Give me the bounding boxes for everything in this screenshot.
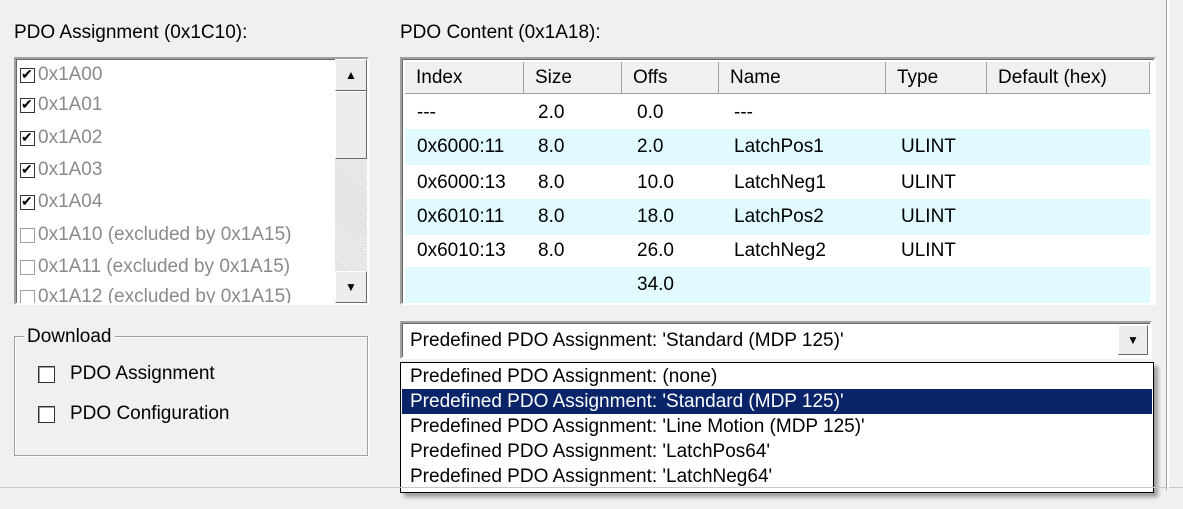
cell-index: 0x6010:13: [417, 240, 506, 261]
dropdown-option-selected[interactable]: Predefined PDO Assignment: 'Standard (MD…: [402, 389, 1152, 414]
checkmark-icon: ✔: [21, 192, 33, 209]
combobox-dropdown-button[interactable]: ▼: [1118, 325, 1148, 355]
checkbox-0x1a12[interactable]: [20, 289, 35, 303]
cell-name: LatchPos1: [734, 136, 824, 157]
assignment-item-0x1a00[interactable]: ✔ 0x1A00: [20, 59, 102, 91]
panel-divider: [0, 487, 1183, 488]
triangle-down-icon: ▼: [345, 280, 357, 294]
cell-name: LatchPos2: [734, 206, 824, 227]
pdo-content-caption: PDO Content (0x1A18):: [400, 22, 601, 43]
cell-index: ---: [417, 102, 436, 123]
checkbox-0x1a04[interactable]: ✔: [20, 192, 35, 210]
dropdown-option[interactable]: Predefined PDO Assignment: 'LatchPos64': [402, 439, 1152, 464]
column-header-name[interactable]: Name: [719, 62, 886, 94]
column-header-size[interactable]: Size: [524, 62, 622, 94]
download-pdo-assignment-checkbox[interactable]: PDO Assignment: [38, 363, 215, 385]
cell-size: 8.0: [538, 172, 565, 193]
download-legend: Download: [24, 326, 115, 348]
cell-name: LatchNeg2: [734, 240, 826, 261]
table-row[interactable]: --- 2.0 0.0 ---: [405, 95, 1150, 131]
table-row[interactable]: 0x6010:11 8.0 18.0 LatchPos2 ULINT: [405, 199, 1150, 235]
cell-size: 8.0: [538, 206, 565, 227]
checkmark-icon: ✔: [21, 95, 33, 112]
assignment-item-0x1a12[interactable]: 0x1A12 (excluded by 0x1A15): [20, 281, 292, 305]
pdo-assignment-list[interactable]: ✔ 0x1A00 ✔ 0x1A01 ✔ 0x1A02 ✔ 0x1A03 ✔ 0x…: [14, 57, 369, 305]
window-edge: [1166, 0, 1169, 490]
assignment-item-label: 0x1A10 (excluded by 0x1A15): [38, 224, 292, 245]
checkbox-0x1a10[interactable]: [20, 227, 35, 243]
checkmark-icon: ✔: [21, 128, 33, 145]
cell-size: 8.0: [538, 136, 565, 157]
assignment-scrollbar[interactable]: ▲ ▼: [335, 59, 367, 303]
cell-offs: 26.0: [637, 240, 674, 261]
cell-index: 0x6010:11: [417, 206, 505, 227]
column-header-default[interactable]: Default (hex): [987, 62, 1150, 94]
assignment-item-label: 0x1A01: [38, 94, 103, 115]
download-pdo-configuration-checkbox[interactable]: PDO Configuration: [38, 403, 229, 425]
cell-type: ULINT: [901, 206, 956, 227]
assignment-item-label: 0x1A03: [38, 159, 103, 180]
table-row[interactable]: 0x6010:13 8.0 26.0 LatchNeg2 ULINT: [405, 233, 1150, 269]
column-header-index[interactable]: Index: [405, 62, 524, 94]
cell-size: 8.0: [538, 240, 565, 261]
cell-offs: 10.0: [637, 172, 674, 193]
checkmark-icon: ✔: [21, 65, 33, 82]
pdo-content-table[interactable]: Index Size Offs Name Type Default (hex) …: [400, 57, 1156, 305]
combobox-selected-value: Predefined PDO Assignment: 'Standard (MD…: [410, 330, 844, 351]
cell-type: ULINT: [901, 172, 956, 193]
dropdown-option[interactable]: Predefined PDO Assignment: 'Line Motion …: [402, 414, 1152, 439]
checkbox-0x1a03[interactable]: ✔: [20, 160, 35, 178]
table-row[interactable]: 34.0: [405, 267, 1150, 303]
assignment-item-0x1a02[interactable]: ✔ 0x1A02: [20, 122, 102, 154]
column-header-type[interactable]: Type: [886, 62, 987, 94]
triangle-up-icon: ▲: [345, 68, 357, 82]
cell-type: ULINT: [901, 240, 956, 261]
assignment-item-label: 0x1A00: [38, 64, 103, 85]
checkbox-0x1a02[interactable]: ✔: [20, 128, 35, 146]
cell-type: ULINT: [901, 136, 956, 157]
chevron-down-icon: ▼: [1127, 333, 1139, 347]
dropdown-option[interactable]: Predefined PDO Assignment: 'LatchNeg64': [402, 464, 1152, 489]
assignment-item-0x1a11[interactable]: 0x1A11 (excluded by 0x1A15): [20, 251, 290, 283]
predefined-pdo-dropdown-list[interactable]: Predefined PDO Assignment: (none) Predef…: [400, 362, 1154, 493]
cell-name: LatchNeg1: [734, 172, 826, 193]
assignment-item-0x1a03[interactable]: ✔ 0x1A03: [20, 154, 102, 186]
predefined-pdo-assignment-combobox[interactable]: Predefined PDO Assignment: 'Standard (MD…: [400, 321, 1152, 359]
dropdown-option[interactable]: Predefined PDO Assignment: (none): [402, 364, 1152, 389]
cell-offs: 34.0: [637, 274, 674, 295]
pdo-assignment-caption: PDO Assignment (0x1C10):: [14, 22, 248, 43]
scroll-thumb[interactable]: [335, 91, 367, 159]
table-row[interactable]: 0x6000:11 8.0 2.0 LatchPos1 ULINT: [405, 129, 1150, 165]
cell-size: 2.0: [538, 102, 565, 123]
assignment-item-label: 0x1A11 (excluded by 0x1A15): [38, 256, 291, 277]
cell-index: 0x6000:11: [417, 136, 505, 157]
assignment-item-0x1a10[interactable]: 0x1A10 (excluded by 0x1A15): [20, 219, 292, 251]
assignment-item-label: 0x1A04: [38, 191, 103, 212]
checkmark-icon: ✔: [21, 160, 33, 177]
checkbox-box[interactable]: [38, 405, 55, 423]
download-groupbox: [14, 336, 368, 456]
checkbox-0x1a00[interactable]: ✔: [20, 65, 35, 83]
cell-name: ---: [734, 102, 753, 123]
assignment-item-0x1a01[interactable]: ✔ 0x1A01: [20, 89, 102, 121]
assignment-item-label: 0x1A12 (excluded by 0x1A15): [38, 286, 292, 305]
cell-offs: 0.0: [637, 102, 664, 123]
assignment-item-label: 0x1A02: [38, 127, 103, 148]
scroll-up-button[interactable]: ▲: [335, 59, 367, 91]
checkbox-label: PDO Configuration: [70, 403, 230, 424]
cell-offs: 18.0: [637, 206, 674, 227]
table-row[interactable]: 0x6000:13 8.0 10.0 LatchNeg1 ULINT: [405, 165, 1150, 201]
checkbox-0x1a01[interactable]: ✔: [20, 95, 35, 113]
column-header-offs[interactable]: Offs: [622, 62, 719, 94]
assignment-item-0x1a04[interactable]: ✔ 0x1A04: [20, 186, 102, 218]
cell-index: 0x6000:13: [417, 172, 506, 193]
scroll-down-button[interactable]: ▼: [335, 271, 367, 303]
cell-offs: 2.0: [637, 136, 664, 157]
checkbox-label: PDO Assignment: [70, 363, 215, 384]
checkbox-box[interactable]: [38, 365, 55, 383]
checkbox-0x1a11[interactable]: [20, 259, 35, 275]
